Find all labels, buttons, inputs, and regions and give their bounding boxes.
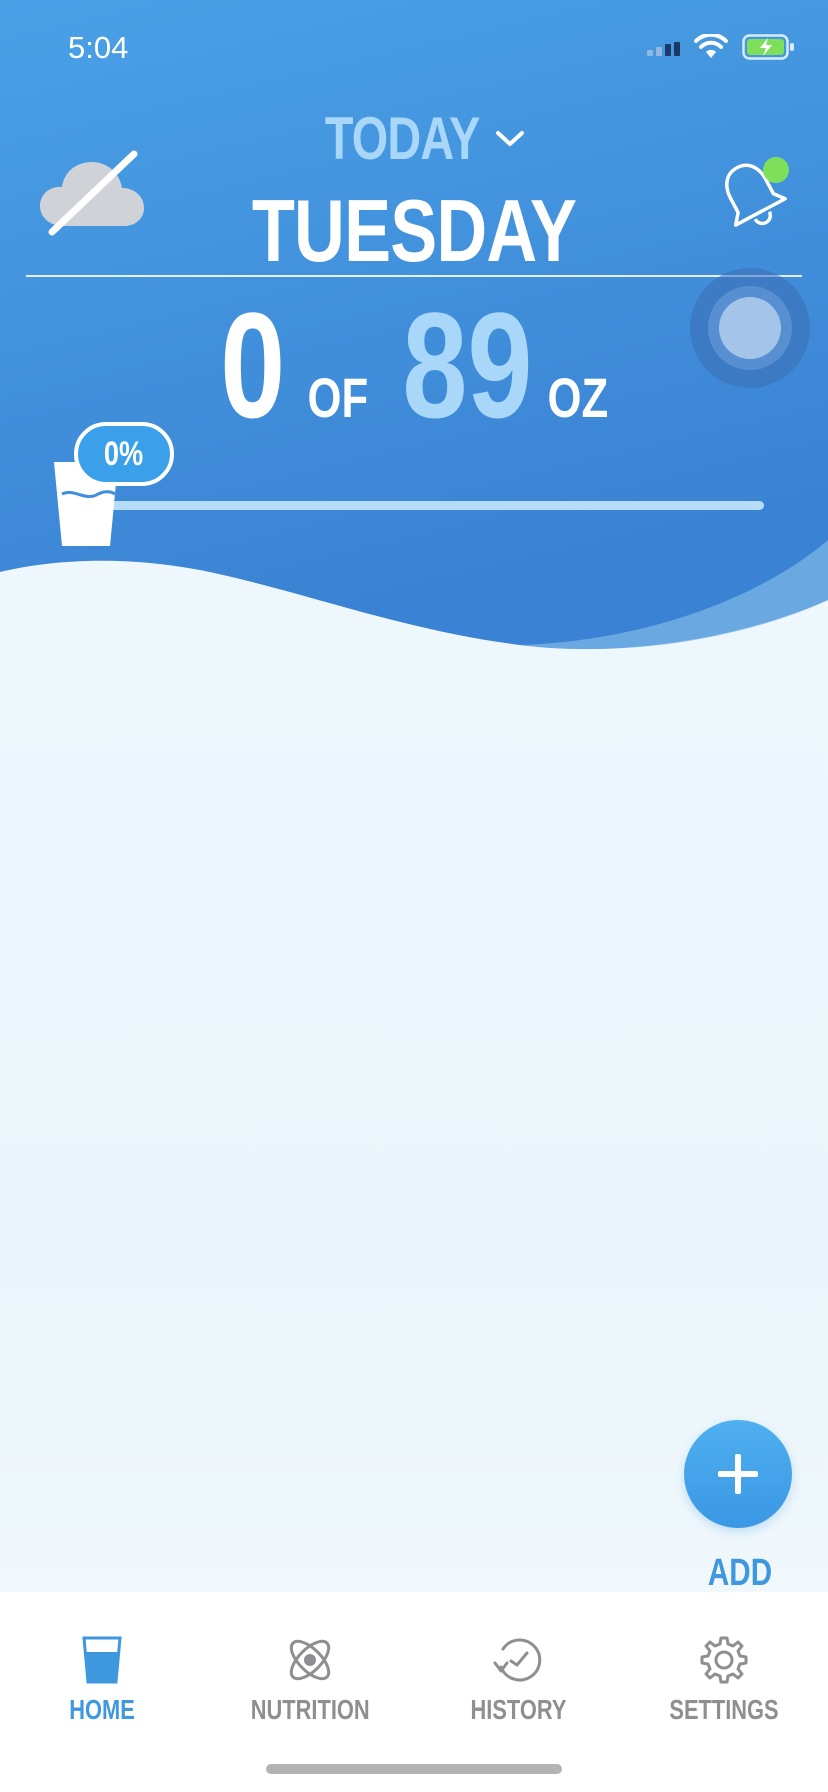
intake-goal: 89 [402,281,533,449]
tab-label: HISTORY [470,1694,566,1725]
tab-home[interactable]: HOME [12,1632,192,1726]
status-icons [647,34,796,60]
progress-track [100,501,764,510]
status-time: 5:04 [68,30,129,65]
tab-history[interactable]: HISTORY [428,1632,608,1726]
tab-nutrition[interactable]: NUTRITION [220,1632,400,1726]
intake-separator: OF [307,366,368,429]
percent-label: 0% [104,434,144,473]
home-indicator[interactable] [266,1764,562,1774]
day-label: TUESDAY [251,181,577,280]
tab-label: NUTRITION [250,1694,370,1725]
tab-settings[interactable]: SETTINGS [634,1632,814,1726]
water-glass-icon [82,1636,122,1684]
home-screen: 5:04 TODAY TUESDAY 0 OF 89 OZ 0% ADD HOM… [0,0,828,1792]
add-drink-button[interactable] [684,1420,792,1528]
battery-charging-icon [742,34,794,60]
intake-amount: 0 OF 89 OZ [0,290,828,440]
chevron-down-icon [496,130,525,146]
bell-icon[interactable] [712,152,798,234]
tab-bar: HOME NUTRITION HISTORY SETTINGS [0,1592,828,1792]
percent-badge: 0% [74,422,174,486]
cellular-signal-icon [647,38,680,56]
wifi-icon [694,34,728,58]
tab-label: SETTINGS [669,1694,779,1725]
period-label: TODAY [324,105,481,172]
plus-icon [718,1454,758,1494]
intake-unit: OZ [547,366,609,429]
history-clock-icon [493,1638,542,1682]
atom-icon [289,1639,331,1681]
date-selector[interactable]: TODAY [0,104,828,173]
tab-label: HOME [69,1694,135,1725]
gear-icon [700,1636,748,1684]
intake-current: 0 [220,281,286,449]
header-divider [26,275,802,277]
